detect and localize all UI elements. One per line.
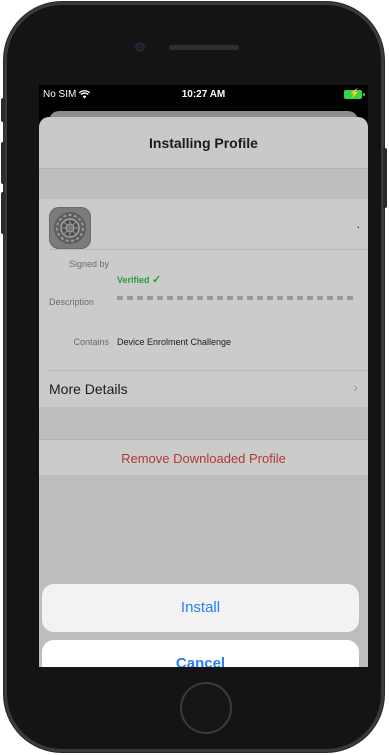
front-camera [135, 42, 145, 52]
contains-value: Device Enrolment Challenge [117, 337, 232, 347]
home-button[interactable] [180, 682, 232, 734]
description-value [117, 296, 357, 300]
volume-down-button [1, 192, 5, 234]
remove-profile-label: Remove Downloaded Profile [121, 451, 286, 466]
power-button [383, 148, 387, 208]
row-divider [49, 370, 368, 371]
cancel-label: Cancel [175, 655, 226, 667]
checkmark-icon: ✓ [152, 274, 162, 286]
section-spacer [39, 169, 368, 199]
mute-switch [1, 98, 5, 122]
status-time: 10:27 AM [181, 89, 226, 100]
sheet-background [39, 475, 368, 667]
install-button[interactable]: Install [42, 584, 359, 632]
signed-by-label: Signed by [68, 259, 109, 269]
row-divider [49, 249, 368, 250]
cancel-button[interactable]: Cancel [42, 640, 359, 667]
verified-text: Verified [117, 275, 150, 285]
description-label: Description [49, 297, 95, 307]
install-label: Install [180, 599, 221, 616]
contains-label: Contains [73, 337, 109, 347]
sheet-title: Installing Profile [149, 135, 258, 151]
settings-gear-icon [49, 207, 91, 249]
volume-up-button [1, 142, 5, 184]
profile-name: . [356, 217, 360, 231]
section-spacer [39, 407, 368, 439]
verified-status: Verified ✓ [117, 273, 161, 286]
screen: No SIM 10:27 AM ⚡ Installing Profile . S… [39, 85, 368, 667]
battery-charging-icon: ⚡ [344, 88, 365, 99]
more-details-row[interactable]: More Details [49, 381, 128, 397]
remove-profile-row[interactable]: Remove Downloaded Profile [39, 439, 368, 477]
installing-profile-sheet: Installing Profile . Signed by Verified … [39, 117, 368, 667]
earpiece-speaker [169, 45, 239, 50]
status-bar: No SIM 10:27 AM ⚡ [39, 85, 368, 105]
chevron-right-icon: › [353, 379, 358, 395]
